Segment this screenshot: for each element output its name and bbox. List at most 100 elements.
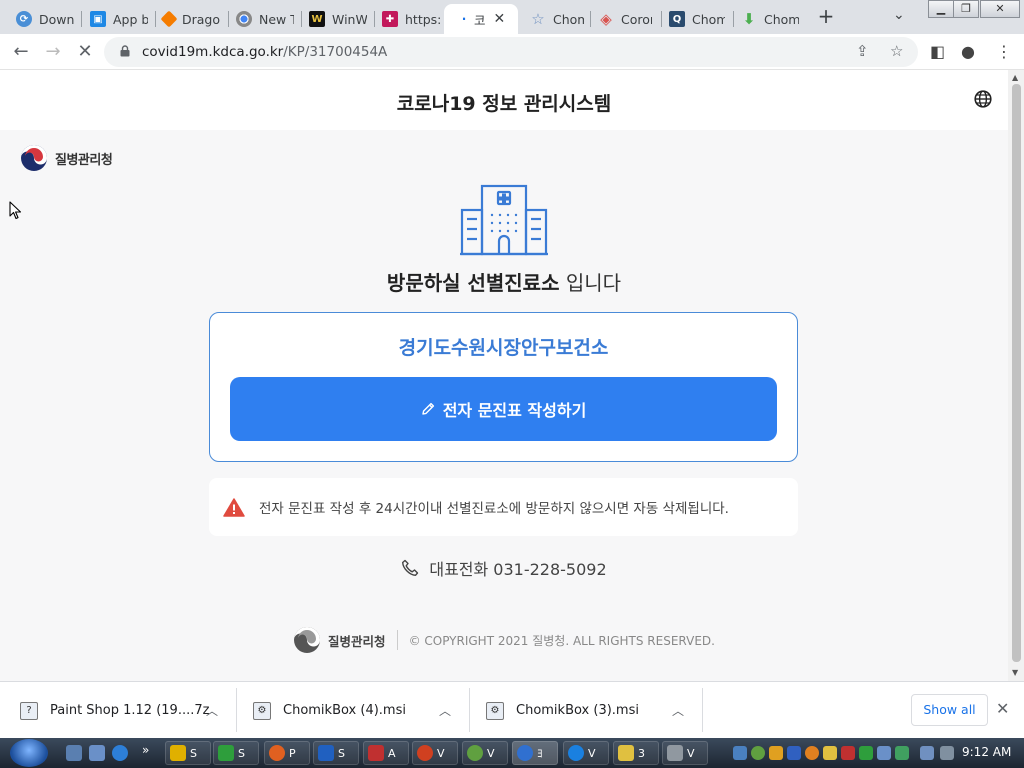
representative-phone[interactable]: 대표전화 031-228-5092 [0,556,1008,580]
app-icon [218,745,234,761]
tray-icon[interactable] [751,746,765,760]
site-title: 코로나19 정보 관리시스템 [396,93,612,115]
browser-tab[interactable]: Drago [149,4,227,34]
show-all-downloads-button[interactable]: Show all [911,694,988,726]
taskbar-button[interactable]: V [462,741,508,765]
bookmark-star-icon[interactable]: ☆ [890,42,903,60]
chevron-up-icon[interactable]: ︿ [206,702,218,719]
network-icon[interactable] [920,746,934,760]
copyright-text: © COPYRIGHT 2021 질병청. ALL RIGHTS RESERVE… [408,633,715,648]
start-orb-button[interactable] [10,739,48,767]
tray-icon[interactable] [805,746,819,760]
show-desktop-icon[interactable] [66,745,82,761]
taskbar-button[interactable]: S [313,741,359,765]
browser-tab[interactable]: W WinW [295,4,373,34]
forward-button[interactable]: → [41,40,65,64]
diamond-favicon-icon [160,10,178,28]
internet-explorer-icon[interactable] [112,745,128,761]
menu-kebab-icon[interactable]: ⋮ [996,42,1012,61]
chevron-up-icon[interactable]: ︿ [439,702,451,719]
taskbar-button[interactable]: 3 [613,741,659,765]
browser-tab[interactable]: ☆ Chom [516,4,590,34]
taskbar-button[interactable]: V [412,741,458,765]
msi-file-icon: ⚙ [486,701,504,720]
taskbar-button[interactable]: S [213,741,259,765]
download-item[interactable]: ⚙ ChomikBox (4).msi ︿ [253,682,463,739]
close-shelf-icon[interactable]: ✕ [996,699,1009,718]
windows-taskbar: » S S P S A V V ﾖ V 3 V 9:12 AM [0,738,1024,768]
tray-icon[interactable] [859,746,873,760]
footer-logo-text: 질병관리청 [328,633,386,649]
browser-tab[interactable]: ⬇ Chom [727,4,805,34]
tray-icon[interactable] [877,746,891,760]
download-shelf: ? Paint Shop 1.12 (19....7z ︿ ⚙ ChomikBo… [0,681,1024,738]
quicklaunch-overflow-icon[interactable]: » [142,743,158,759]
taskbar-button[interactable]: P [264,741,310,765]
screening-center-card: 경기도수원시장안구보건소 전자 문진표 작성하기 [209,312,798,462]
tray-icon[interactable] [787,746,801,760]
mouse-pointer-icon [9,201,22,220]
url-text[interactable]: covid19m.kdca.go.kr/KP/31700454A [142,44,387,60]
taskbar-button[interactable]: V [662,741,708,765]
close-tab-icon[interactable]: ✕ [494,11,506,27]
app-icon [417,745,433,761]
taskbar-button[interactable]: V [563,741,609,765]
app-icon [318,745,334,761]
q-favicon-icon: Q [669,11,685,27]
scroll-down-arrow-icon[interactable]: ▼ [1012,668,1018,677]
tray-icon[interactable] [823,746,837,760]
loading-spinner-icon: · [461,12,467,26]
tray-icon[interactable] [841,746,855,760]
lock-icon [120,45,130,57]
new-tab-button[interactable]: + [812,5,840,29]
app-icon [368,745,384,761]
download-item[interactable]: ⚙ ChomikBox (3).msi ︿ [486,682,696,739]
browser-tab[interactable]: ◈ Coron [584,4,658,34]
tab-search-chevron-icon[interactable]: ⌄ [893,7,905,23]
browser-tab[interactable]: ✚ https: [368,4,446,34]
deletion-notice: 전자 문진표 작성 후 24시간이내 선별진료소에 방문하지 않으시면 자동 삭… [209,478,798,536]
taskbar-button[interactable]: S [165,741,211,765]
browser-tab[interactable]: ▣ App b [76,4,154,34]
scroll-up-arrow-icon[interactable]: ▲ [1012,73,1018,82]
app-icon [269,745,285,761]
scrollbar-thumb[interactable] [1012,84,1021,662]
chevron-up-icon[interactable]: ︿ [672,702,684,719]
taeguk-emblem-icon [21,145,47,171]
page-scrollbar[interactable]: ▲ ▼ [1008,70,1024,681]
side-panel-icon[interactable]: ◧ [930,42,945,61]
app-favicon-icon: ▣ [90,11,106,27]
star-favicon-icon: ☆ [531,10,545,28]
taskbar-button[interactable]: A [363,741,409,765]
browser-tab-active[interactable]: · 코 ✕ [444,4,518,34]
chrome-app-icon [517,745,533,761]
tray-icon[interactable] [769,746,783,760]
volume-muted-icon[interactable] [940,746,954,760]
tray-icon[interactable] [895,746,909,760]
browser-toolbar: ← → ✕ covid19m.kdca.go.kr/KP/31700454A ⇪… [0,34,1024,70]
download-favicon-icon: ⟳ [16,11,32,27]
globe-language-icon[interactable] [974,90,992,108]
browser-tab[interactable]: New T [222,4,300,34]
write-questionnaire-button[interactable]: 전자 문진표 작성하기 [230,377,777,441]
share-icon[interactable]: ⇪ [856,42,869,60]
app-icon [467,745,483,761]
profile-avatar-icon[interactable]: ● [961,42,975,61]
minimize-window-button[interactable]: ▁ [928,0,954,18]
phone-icon [402,559,419,576]
taskbar-button-active[interactable]: ﾖ [512,741,558,765]
switch-windows-icon[interactable] [89,745,105,761]
kdca-logo[interactable]: 질병관리청 [20,144,113,172]
stop-loading-button[interactable]: ✕ [73,40,97,64]
diamond-favicon-icon: ◈ [600,10,612,28]
screening-center-name: 경기도수원시장안구보건소 [398,337,609,359]
close-window-button[interactable]: ✕ [980,0,1020,18]
tray-icon[interactable] [733,746,747,760]
browser-tab[interactable]: ⟳ Downl [2,4,80,34]
browser-tab[interactable]: Q Chom [655,4,731,34]
taskbar-clock[interactable]: 9:12 AM [962,745,1011,759]
back-button[interactable]: ← [9,40,33,64]
address-bar[interactable]: covid19m.kdca.go.kr/KP/31700454A ⇪ ☆ [104,37,918,67]
restore-window-button[interactable]: ❐ [953,0,979,18]
download-item[interactable]: ? Paint Shop 1.12 (19....7z ︿ [20,682,230,739]
